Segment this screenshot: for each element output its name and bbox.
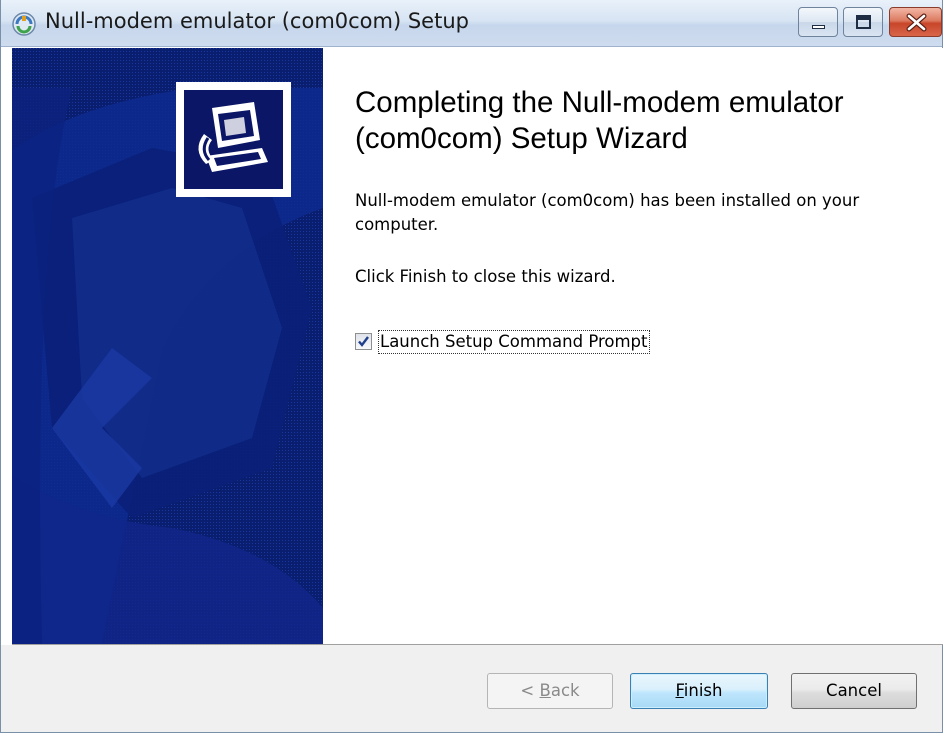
- launch-command-prompt-checkbox[interactable]: [355, 333, 372, 350]
- wizard-button-bar: < Back Finish Cancel: [1, 645, 942, 732]
- minimize-icon: [812, 25, 825, 29]
- back-button-prefix: <: [520, 681, 540, 700]
- installer-logo: [176, 82, 291, 197]
- minimize-button[interactable]: [798, 7, 838, 37]
- cancel-button[interactable]: Cancel: [791, 673, 917, 709]
- finish-button-label: inish: [683, 681, 723, 700]
- finish-instruction: Click Finish to close this wizard.: [355, 267, 616, 286]
- back-button-label: ack: [550, 681, 580, 700]
- setup-wizard-window: Null-modem emulator (com0com) Setup Comp…: [0, 0, 943, 733]
- finish-button[interactable]: Finish: [630, 673, 768, 709]
- maximize-icon: [856, 15, 871, 29]
- title-bar[interactable]: Null-modem emulator (com0com) Setup: [1, 0, 942, 47]
- back-button[interactable]: < Back: [487, 673, 613, 709]
- checkmark-icon: [358, 336, 369, 347]
- close-icon: [906, 13, 927, 32]
- wizard-heading: Completing the Null-modem emulator (com0…: [355, 86, 844, 155]
- wizard-sidebar-banner: [12, 48, 323, 644]
- back-button-accesskey: B: [539, 681, 551, 700]
- launch-command-prompt-label[interactable]: Launch Setup Command Prompt: [378, 330, 650, 354]
- wizard-content: Completing the Null-modem emulator (com0…: [323, 48, 943, 644]
- computer-install-icon: [198, 102, 268, 172]
- window-title: Null-modem emulator (com0com) Setup: [45, 9, 469, 33]
- installed-message: Null-modem emulator (com0com) has been i…: [355, 191, 860, 234]
- close-button[interactable]: [889, 7, 942, 37]
- installer-app-icon: [11, 11, 37, 37]
- finish-button-accesskey: F: [675, 681, 684, 700]
- maximize-button[interactable]: [843, 7, 883, 37]
